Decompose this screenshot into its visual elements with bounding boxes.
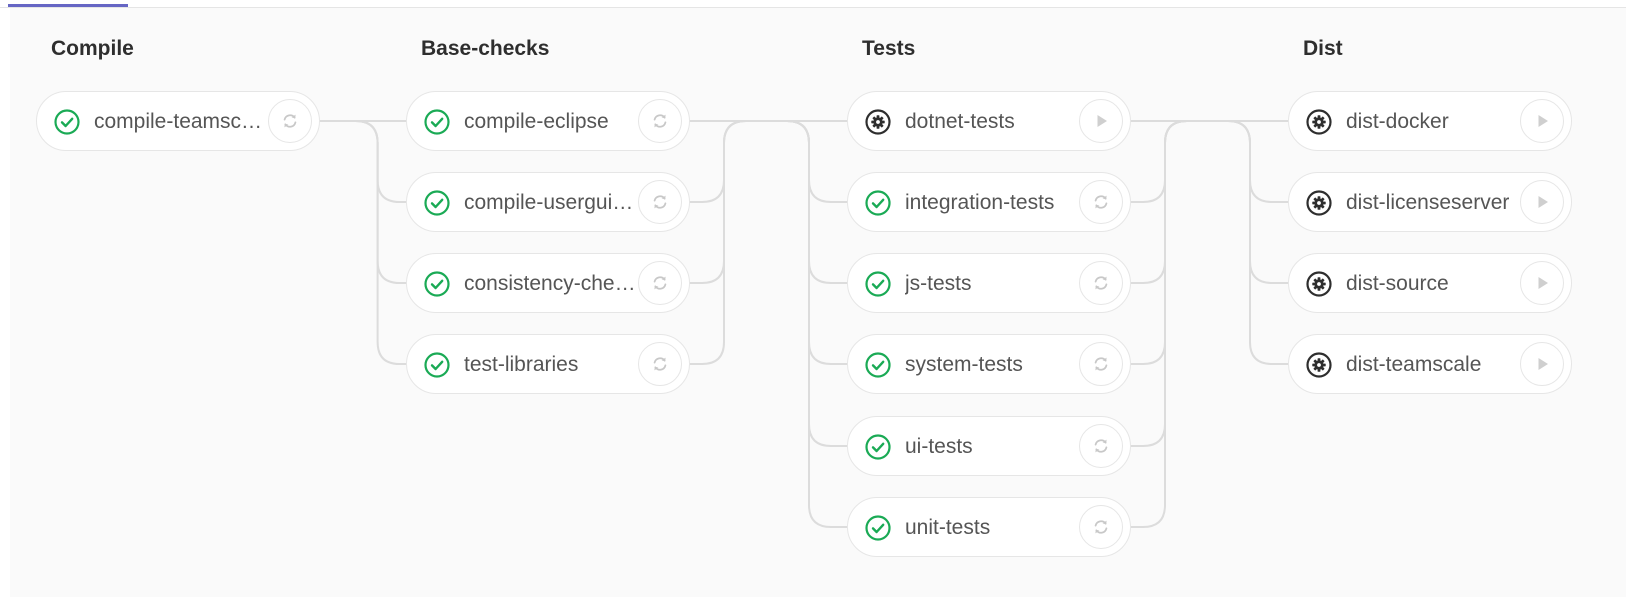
job-name: compile-usergui… xyxy=(464,191,634,214)
gear-circle-icon xyxy=(865,109,891,135)
check-circle-icon xyxy=(424,271,450,297)
play-icon[interactable] xyxy=(1079,99,1123,143)
job-test-libraries[interactable]: test-libraries xyxy=(406,334,690,394)
job-unit-tests[interactable]: unit-tests xyxy=(847,497,1131,557)
active-tab-indicator xyxy=(8,4,128,7)
play-icon[interactable] xyxy=(1520,261,1564,305)
retry-icon[interactable] xyxy=(638,180,682,224)
retry-icon[interactable] xyxy=(638,261,682,305)
check-circle-icon xyxy=(54,109,80,135)
gear-circle-icon xyxy=(1306,109,1332,135)
retry-icon[interactable] xyxy=(1079,424,1123,468)
stage-title-tests: Tests xyxy=(862,37,916,60)
check-circle-icon xyxy=(865,271,891,297)
job-name: consistency-che… xyxy=(464,272,636,295)
job-name: dotnet-tests xyxy=(905,110,1015,133)
job-compile-teamscale[interactable]: compile-teamsc… xyxy=(36,91,320,151)
job-js-tests[interactable]: js-tests xyxy=(847,253,1131,313)
check-circle-icon xyxy=(424,109,450,135)
job-system-tests[interactable]: system-tests xyxy=(847,334,1131,394)
job-dist-licenseserver[interactable]: dist-licenseserver xyxy=(1288,172,1572,232)
job-name: system-tests xyxy=(905,353,1023,376)
job-name: dist-teamscale xyxy=(1346,353,1482,376)
job-name: dist-licenseserver xyxy=(1346,191,1510,214)
job-name: dist-source xyxy=(1346,272,1449,295)
job-ui-tests[interactable]: ui-tests xyxy=(847,416,1131,476)
retry-icon[interactable] xyxy=(1079,261,1123,305)
job-dist-source[interactable]: dist-source xyxy=(1288,253,1572,313)
check-circle-icon xyxy=(865,352,891,378)
job-name: test-libraries xyxy=(464,353,579,376)
gear-circle-icon xyxy=(1306,271,1332,297)
job-name: integration-tests xyxy=(905,191,1055,214)
job-name: compile-teamsc… xyxy=(94,110,263,133)
stage-title-base-checks: Base-checks xyxy=(421,37,550,60)
check-circle-icon xyxy=(424,352,450,378)
check-circle-icon xyxy=(865,515,891,541)
check-circle-icon xyxy=(424,190,450,216)
gear-circle-icon xyxy=(1306,190,1332,216)
job-consistency-checks[interactable]: consistency-che… xyxy=(406,253,690,313)
job-dist-teamscale[interactable]: dist-teamscale xyxy=(1288,334,1572,394)
job-name: ui-tests xyxy=(905,435,973,458)
gear-circle-icon xyxy=(1306,352,1332,378)
job-name: unit-tests xyxy=(905,516,991,539)
retry-icon[interactable] xyxy=(1079,505,1123,549)
job-dist-docker[interactable]: dist-docker xyxy=(1288,91,1572,151)
stage-title-compile: Compile xyxy=(51,37,134,60)
job-name: js-tests xyxy=(905,272,972,295)
stage-title-dist: Dist xyxy=(1303,37,1343,60)
check-circle-icon xyxy=(865,190,891,216)
play-icon[interactable] xyxy=(1520,99,1564,143)
job-name: dist-docker xyxy=(1346,110,1449,133)
job-compile-eclipse[interactable]: compile-eclipse xyxy=(406,91,690,151)
retry-icon[interactable] xyxy=(638,342,682,386)
job-name: compile-eclipse xyxy=(464,110,609,133)
play-icon[interactable] xyxy=(1520,342,1564,386)
play-icon[interactable] xyxy=(1520,180,1564,224)
retry-icon[interactable] xyxy=(268,99,312,143)
retry-icon[interactable] xyxy=(1079,342,1123,386)
job-dotnet-tests[interactable]: dotnet-tests xyxy=(847,91,1131,151)
tab-bar xyxy=(0,0,1626,8)
job-compile-usergui[interactable]: compile-usergui… xyxy=(406,172,690,232)
job-integration-tests[interactable]: integration-tests xyxy=(847,172,1131,232)
check-circle-icon xyxy=(865,434,891,460)
retry-icon[interactable] xyxy=(638,99,682,143)
retry-icon[interactable] xyxy=(1079,180,1123,224)
